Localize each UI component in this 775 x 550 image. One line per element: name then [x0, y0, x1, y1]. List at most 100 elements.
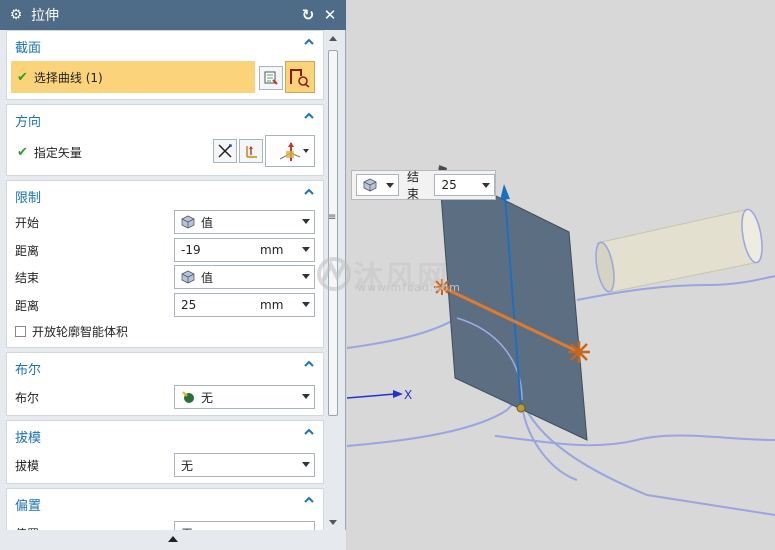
end-distance-unit: mm — [260, 298, 284, 312]
chevron-down-icon — [302, 274, 310, 279]
section-group: 截面 ✔ 选择曲线 (1) — [6, 30, 324, 100]
scrollbar-thumb[interactable] — [328, 50, 338, 416]
end-distance-value: 25 — [181, 298, 197, 312]
draft-value: 无 — [181, 458, 194, 473]
start-distance-input[interactable]: -19 mm — [174, 238, 315, 262]
close-icon[interactable]: ✕ — [322, 6, 338, 24]
end-label: 结束 — [15, 270, 40, 285]
check-icon: ✔ — [17, 69, 28, 85]
floating-end-value: 25 — [441, 178, 457, 192]
boolean-label: 布尔 — [15, 390, 40, 405]
vector-icon — [246, 146, 257, 158]
cylinder-body — [595, 208, 763, 293]
limits-group-title: 限制 — [15, 191, 42, 206]
dialog-title-bar: ⚙ 拉伸 ↻ ✕ — [0, 0, 346, 30]
floating-end-input[interactable]: 25 — [434, 174, 495, 196]
draft-dropdown[interactable]: 无 — [174, 453, 315, 477]
offset-group-title: 偏置 — [15, 499, 42, 514]
select-curve-label: 选择曲线 (1) — [33, 70, 103, 85]
onscreen-input-box: 结束 25 — [351, 170, 496, 201]
open-profile-label: 开放轮廓智能体积 — [32, 324, 129, 339]
direction-group-header[interactable]: 方向 — [7, 105, 323, 131]
vector-type-dropdown[interactable] — [265, 135, 315, 167]
section-group-header[interactable]: 截面 — [7, 31, 323, 57]
start-distance-label: 距离 — [15, 243, 40, 258]
scroll-up-arrow-icon[interactable] — [329, 36, 337, 41]
draft-group-title: 拔模 — [15, 431, 42, 446]
reverse-direction-button[interactable] — [213, 139, 237, 163]
direction-arrow-head — [500, 184, 510, 200]
watermark-url: www.mfcad.com — [357, 281, 461, 294]
cube-icon — [181, 215, 195, 229]
select-curve-row[interactable]: ✔ 选择曲线 (1) — [11, 61, 255, 93]
x-axis-label: X — [404, 388, 412, 402]
draft-group-header[interactable]: 拔模 — [7, 421, 323, 447]
floating-end-label: 结束 — [407, 170, 420, 201]
watermark-logo-icon — [317, 257, 351, 291]
chevron-down-icon — [302, 219, 310, 224]
sketch-icon — [264, 71, 278, 85]
scroll-down-arrow-icon[interactable] — [329, 520, 337, 525]
chevron-down-icon — [302, 394, 310, 399]
boolean-none-icon — [182, 391, 194, 403]
chevron-up-icon[interactable] — [303, 110, 315, 122]
start-option-dropdown[interactable]: 值 — [174, 210, 315, 234]
reverse-direction-icon — [218, 144, 232, 158]
dialog-content: 截面 ✔ 选择曲线 (1) 方向 ✔ 指定矢量 限制 开始 值 距离 -19 m… — [6, 30, 324, 542]
start-option-value: 值 — [201, 215, 214, 230]
boolean-dropdown[interactable]: 无 — [174, 385, 315, 409]
end-distance-input[interactable]: 25 mm — [174, 293, 315, 317]
open-profile-row[interactable]: 开放轮廓智能体积 — [15, 320, 128, 342]
vector-dialog-button[interactable] — [239, 139, 263, 163]
draft-group: 拔模 拔模 无 — [6, 420, 324, 484]
chevron-down-icon[interactable] — [302, 302, 310, 307]
boolean-group-title: 布尔 — [15, 363, 42, 378]
curve-selection-button[interactable] — [285, 61, 315, 93]
chevron-down-icon[interactable] — [482, 183, 490, 188]
reset-icon[interactable]: ↻ — [300, 6, 316, 24]
section-group-title: 截面 — [15, 41, 42, 56]
cube-icon — [363, 178, 377, 192]
boolean-value: 无 — [201, 390, 214, 405]
direction-group-title: 方向 — [15, 115, 42, 130]
limit-type-dropdown[interactable] — [356, 174, 399, 196]
boolean-group: 布尔 布尔 无 — [6, 352, 324, 416]
collapse-arrow-icon[interactable] — [168, 536, 178, 542]
end-option-value: 值 — [201, 270, 214, 285]
draft-label: 拔模 — [15, 458, 40, 473]
chevron-up-icon[interactable] — [303, 186, 315, 198]
x-axis-line — [347, 393, 396, 399]
chevron-down-icon[interactable] — [302, 247, 310, 252]
check-icon: ✔ — [17, 144, 28, 160]
chevron-down-icon — [303, 149, 309, 153]
extrude-dialog: ⚙ 拉伸 ↻ ✕ 截面 ✔ 选择曲线 (1) 方向 ✔ 指定矢量 限制 开始 值… — [0, 0, 346, 550]
origin-point — [516, 403, 526, 413]
start-distance-unit: mm — [260, 243, 284, 257]
inferred-vector-icon — [279, 142, 301, 161]
direction-group: 方向 ✔ 指定矢量 — [6, 104, 324, 176]
open-profile-checkbox[interactable] — [15, 325, 26, 337]
chevron-down-icon — [302, 462, 310, 467]
start-label: 开始 — [15, 215, 40, 230]
gear-icon[interactable]: ⚙ — [9, 7, 23, 23]
boolean-group-header[interactable]: 布尔 — [7, 353, 323, 379]
dialog-title: 拉伸 — [31, 8, 59, 24]
chevron-down-icon — [386, 183, 394, 188]
dialog-bottom-bar — [0, 530, 346, 550]
end-option-dropdown[interactable]: 值 — [174, 265, 315, 289]
x-axis-arrow — [393, 390, 403, 398]
chevron-up-icon[interactable] — [303, 494, 315, 506]
offset-group-header[interactable]: 偏置 — [7, 489, 323, 515]
sketch-section-button[interactable] — [259, 66, 283, 90]
resize-grip-icon[interactable]: ≡ — [328, 212, 336, 223]
cube-icon — [181, 270, 195, 284]
curve-select-icon — [290, 69, 310, 88]
limits-group: 限制 开始 值 距离 -19 mm 结束 值 距离 25 mm 开放轮廓智能体积 — [6, 180, 324, 348]
end-handle-asterisk[interactable] — [568, 341, 590, 363]
chevron-up-icon[interactable] — [303, 36, 315, 48]
limits-group-header[interactable]: 限制 — [7, 181, 323, 207]
start-distance-value: -19 — [181, 243, 201, 257]
chevron-up-icon[interactable] — [303, 426, 315, 438]
chevron-up-icon[interactable] — [303, 358, 315, 370]
specify-vector-row[interactable]: ✔ 指定矢量 — [17, 141, 82, 163]
